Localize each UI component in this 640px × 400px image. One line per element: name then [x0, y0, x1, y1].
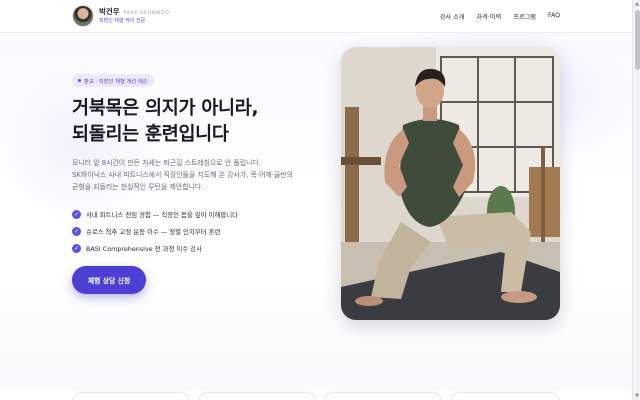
desc-line-1: 모니터 앞 8시간이 만든 자세는 퇴근길 스트레칭으로 안 풀립니다. [72, 159, 261, 167]
check-circle-icon: ✓ [72, 244, 81, 253]
info-card [324, 392, 442, 400]
checklist-text: BASI Comprehensive 전 과정 이수 강사 [86, 245, 202, 253]
brand-text: 박건우 PARK GEONWOO 직장인 체형 케어 전문 [99, 8, 169, 25]
info-card [198, 392, 316, 400]
check-circle-icon: ✓ [72, 227, 81, 236]
desc-line-3: 균형을 되돌리는 현실적인 루틴을 제안합니다. [72, 183, 204, 191]
brand[interactable]: 박건우 PARK GEONWOO 직장인 체형 케어 전문 [72, 5, 169, 27]
main-nav: 강사 소개 자격·이력 프로그램 FAQ [428, 12, 560, 21]
checklist-item: ✓ BASI Comprehensive 전 과정 이수 강사 [72, 240, 238, 257]
hero-badge: 판교 · 직장인 체형 개선 레슨 [72, 74, 154, 87]
nav-item-about[interactable]: 강사 소개 [440, 12, 465, 21]
check-circle-icon: ✓ [72, 210, 81, 219]
nav-item-faq[interactable]: FAQ [548, 12, 560, 21]
nav-item-credentials[interactable]: 자격·이력 [476, 12, 501, 21]
nav-item-programs[interactable]: 프로그램 [513, 12, 536, 21]
feature-checklist: ✓ 사내 피트니스 전임 경험 — 직장인 몸을 깊이 이해합니다 ✓ 슈로스 … [72, 206, 238, 257]
checklist-item: ✓ 슈로스 척추 교정 운동 이수 — 정렬 인지부터 훈련 [72, 223, 238, 240]
brand-name: 박건우 [99, 6, 120, 16]
page-scrollbar[interactable]: ▲ ▼ [632, 0, 640, 400]
desc-line-2: SK하이닉스 사내 피트니스에서 직장인들을 지도해 온 강사가, 목·어깨·골… [72, 171, 293, 179]
hero-badge-label: 판교 · 직장인 체형 개선 레슨 [84, 78, 148, 85]
brand-name-row: 박건우 PARK GEONWOO [99, 8, 169, 17]
site-header: 박건우 PARK GEONWOO 직장인 체형 케어 전문 강사 소개 자격·이… [0, 0, 632, 33]
info-card [72, 392, 190, 400]
checklist-text: 사내 피트니스 전임 경험 — 직장인 몸을 깊이 이해합니다 [86, 211, 238, 219]
consultation-button[interactable]: 체험 상담 신청 [72, 266, 146, 294]
checklist-text: 슈로스 척추 교정 운동 이수 — 정렬 인지부터 훈련 [86, 228, 221, 236]
brand-name-en: PARK GEONWOO [123, 10, 170, 16]
info-card [450, 392, 560, 400]
instructor-photo [341, 47, 560, 320]
scrollbar-thumb[interactable] [634, 10, 640, 70]
brand-tagline: 직장인 체형 케어 전문 [99, 18, 146, 25]
instructor-illustration [341, 47, 560, 320]
badge-dot-icon [78, 79, 81, 82]
hero-description: 모니터 앞 8시간이 만든 자세는 퇴근길 스트레칭으로 안 풀립니다. SK하… [72, 157, 332, 193]
checklist-item: ✓ 사내 피트니스 전임 경험 — 직장인 몸을 깊이 이해합니다 [72, 206, 238, 223]
scroll-up-arrow-icon[interactable]: ▲ [634, 0, 640, 8]
headline-line-1: 거북목은 의지가 아니라, [72, 98, 259, 119]
avatar [72, 5, 94, 27]
hero-headline: 거북목은 의지가 아니라, 되돌리는 훈련입니다 [72, 96, 332, 148]
headline-line-2: 되돌리는 훈련입니다 [72, 124, 229, 145]
scroll-down-arrow-icon[interactable]: ▼ [634, 392, 640, 400]
